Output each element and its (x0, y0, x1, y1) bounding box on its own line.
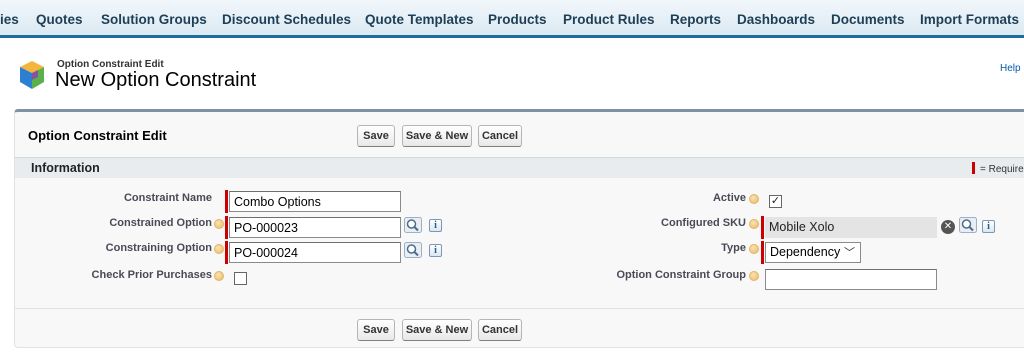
type-select-value: Dependency (770, 245, 841, 259)
tab-product-rules[interactable]: Product Rules (563, 12, 655, 27)
required-marker (972, 162, 975, 174)
save-button-bottom[interactable]: Save (357, 319, 395, 341)
info-icon[interactable]: i (982, 220, 995, 233)
label-check-prior-purchases: Check Prior Purchases (91, 269, 212, 281)
info-icon[interactable]: i (429, 219, 442, 232)
tab-documents[interactable]: Documents (831, 12, 905, 27)
constraint-name-input[interactable] (229, 191, 401, 212)
info-icon[interactable]: i (429, 244, 442, 257)
help-link[interactable]: Help (1000, 63, 1021, 74)
save-and-new-button-bottom[interactable]: Save & New (402, 319, 472, 341)
tab-quotes[interactable]: Quotes (36, 12, 83, 27)
save-and-new-button[interactable]: Save & New (402, 125, 472, 147)
magnifier-lookup-icon[interactable] (404, 242, 422, 258)
label-active: Active (712, 192, 746, 204)
help-bubble-icon[interactable] (749, 194, 759, 204)
help-bubble-icon[interactable] (214, 219, 224, 229)
option-constraint-icon (20, 61, 44, 89)
tab-quote-templates[interactable]: Quote Templates (365, 12, 474, 27)
option-constraint-group-input[interactable] (765, 269, 937, 290)
magnifier-lookup-icon[interactable] (959, 217, 977, 233)
required-marker (761, 216, 764, 239)
constraining-option-input[interactable] (229, 242, 401, 263)
tab-solution-groups[interactable]: Solution Groups (101, 12, 207, 27)
tab-partial[interactable]: ies (0, 12, 19, 27)
label-constraint-name: Constraint Name (123, 192, 212, 204)
type-select[interactable]: Dependency ﹀ (765, 242, 861, 263)
chevron-down-icon: ﹀ (844, 247, 855, 259)
required-marker (225, 216, 228, 239)
clear-icon[interactable]: ✕ (941, 220, 955, 234)
required-legend-text: = Required (980, 164, 1024, 175)
constrained-option-input[interactable] (229, 217, 401, 238)
help-bubble-icon[interactable] (214, 271, 224, 281)
cancel-button[interactable]: Cancel (478, 125, 522, 147)
label-configured-sku: Configured SKU (661, 217, 746, 229)
required-marker (761, 241, 764, 264)
magnifier-lookup-icon[interactable] (404, 217, 422, 233)
divider (15, 308, 1024, 309)
save-button[interactable]: Save (357, 125, 395, 147)
configured-sku-field: Mobile Xolo (765, 217, 937, 238)
tab-dashboards[interactable]: Dashboards (737, 12, 815, 27)
help-bubble-icon[interactable] (749, 219, 759, 229)
form-title: Option Constraint Edit (28, 128, 167, 143)
label-constrained-option: Constrained Option (109, 217, 212, 229)
required-marker (225, 241, 228, 264)
help-bubble-icon[interactable] (749, 244, 759, 254)
cancel-button-bottom[interactable]: Cancel (478, 319, 522, 341)
tab-discount-schedules[interactable]: Discount Schedules (222, 12, 351, 27)
tab-reports[interactable]: Reports (670, 12, 721, 27)
edit-form-block: Option Constraint Edit Save Save & New C… (14, 109, 1024, 348)
required-legend: = Required (972, 162, 1024, 175)
app-tab-bar: ies Quotes Solution Groups Discount Sche… (0, 0, 1024, 38)
required-marker (225, 190, 228, 213)
help-bubble-icon[interactable] (749, 271, 759, 281)
section-title: Information (31, 161, 100, 175)
tab-import-formats[interactable]: Import Formats (920, 12, 1019, 27)
page-title: New Option Constraint (55, 69, 257, 91)
label-constraining-option: Constraining Option (105, 242, 212, 254)
active-checkbox[interactable]: ✓ (769, 195, 782, 208)
help-bubble-icon[interactable] (214, 244, 224, 254)
tab-products[interactable]: Products (488, 12, 547, 27)
check-prior-purchases-checkbox[interactable] (234, 272, 247, 285)
label-type: Type (721, 242, 746, 254)
label-option-constraint-group: Option Constraint Group (616, 269, 746, 281)
section-header-information: Information = Required (15, 157, 1024, 178)
